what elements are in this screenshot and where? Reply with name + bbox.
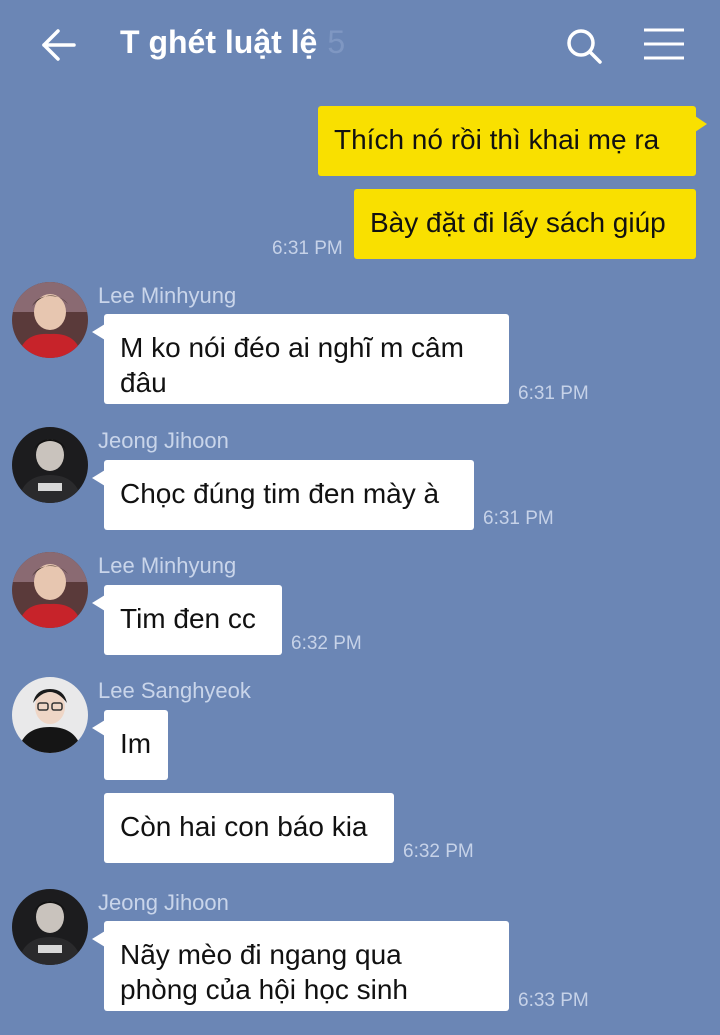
avatar-photo-icon <box>12 552 88 628</box>
avatar-photo-icon <box>12 889 88 965</box>
message-text: Tim đen cc <box>120 603 256 634</box>
search-button[interactable] <box>562 24 606 68</box>
bubble-tail <box>92 595 105 611</box>
menu-icon <box>644 28 684 60</box>
bubble-tail <box>695 116 707 132</box>
message-text-line: M ko nói đéo ai nghĩ m câm <box>120 332 464 363</box>
other-message-bubble[interactable]: Im <box>104 710 168 780</box>
message-text: Thích nó rồi thì khai mẹ ra <box>334 124 660 155</box>
avatar-photo-icon <box>12 677 88 753</box>
chat-title: T ghét luật lệ 5 <box>120 24 345 61</box>
message-timestamp: 6:31 PM <box>272 238 343 259</box>
sender-name: Lee Minhyung <box>98 553 237 578</box>
sender-name: Jeong Jihoon <box>98 890 229 915</box>
message-text: Im <box>120 728 152 759</box>
bubble-tail <box>92 720 105 736</box>
sender-name: Lee Sanghyeok <box>98 678 251 703</box>
message-timestamp: 6:33 PM <box>518 990 589 1011</box>
other-message-bubble[interactable]: Còn hai con báo kia <box>104 793 394 863</box>
chat-header: T ghét luật lệ 5 <box>0 0 720 92</box>
avatar-photo-icon <box>12 282 88 358</box>
back-button[interactable] <box>36 24 80 68</box>
other-message-bubble[interactable]: M ko nói đéo ai nghĩ m câm đâu <box>104 314 509 404</box>
message-text: Bày đặt đi lấy sách giúp <box>370 207 666 238</box>
member-count: 5 <box>327 24 346 60</box>
avatar-jeong-jihoon[interactable] <box>12 889 88 965</box>
bubble-tail <box>92 931 105 947</box>
avatar-lee-sanghyeok[interactable] <box>12 677 88 753</box>
bubble-tail <box>92 470 105 486</box>
message-timestamp: 6:31 PM <box>518 383 589 404</box>
bubble-tail <box>92 324 105 340</box>
avatar-jeong-jihoon[interactable] <box>12 427 88 503</box>
sender-name: Lee Minhyung <box>98 283 237 308</box>
other-message-bubble[interactable]: Tim đen cc <box>104 585 282 655</box>
avatar-lee-minhyung[interactable] <box>12 552 88 628</box>
back-arrow-icon <box>42 29 76 61</box>
avatar-lee-minhyung[interactable] <box>12 282 88 358</box>
message-text: Còn hai con báo kia <box>120 811 368 842</box>
my-message-bubble[interactable]: Bày đặt đi lấy sách giúp <box>354 189 696 259</box>
avatar-photo-icon <box>12 427 88 503</box>
sender-name: Jeong Jihoon <box>98 428 229 453</box>
message-text-line: đâu <box>120 367 167 398</box>
other-message-bubble[interactable]: Nãy mèo đi ngang qua phòng của hội học s… <box>104 921 509 1011</box>
other-message-bubble[interactable]: Chọc đúng tim đen mày à <box>104 460 474 530</box>
message-text-line: Nãy mèo đi ngang qua <box>120 939 402 970</box>
search-icon <box>567 29 602 64</box>
message-timestamp: 6:32 PM <box>291 633 362 654</box>
chat-title-text: T ghét luật lệ <box>120 24 318 60</box>
my-message-bubble[interactable]: Thích nó rồi thì khai mẹ ra <box>318 106 696 176</box>
menu-button[interactable] <box>642 24 686 68</box>
message-timestamp: 6:31 PM <box>483 508 554 529</box>
message-text-line: phòng của hội học sinh <box>120 974 408 1005</box>
message-timestamp: 6:32 PM <box>403 841 474 862</box>
message-text: Chọc đúng tim đen mày à <box>120 478 440 509</box>
